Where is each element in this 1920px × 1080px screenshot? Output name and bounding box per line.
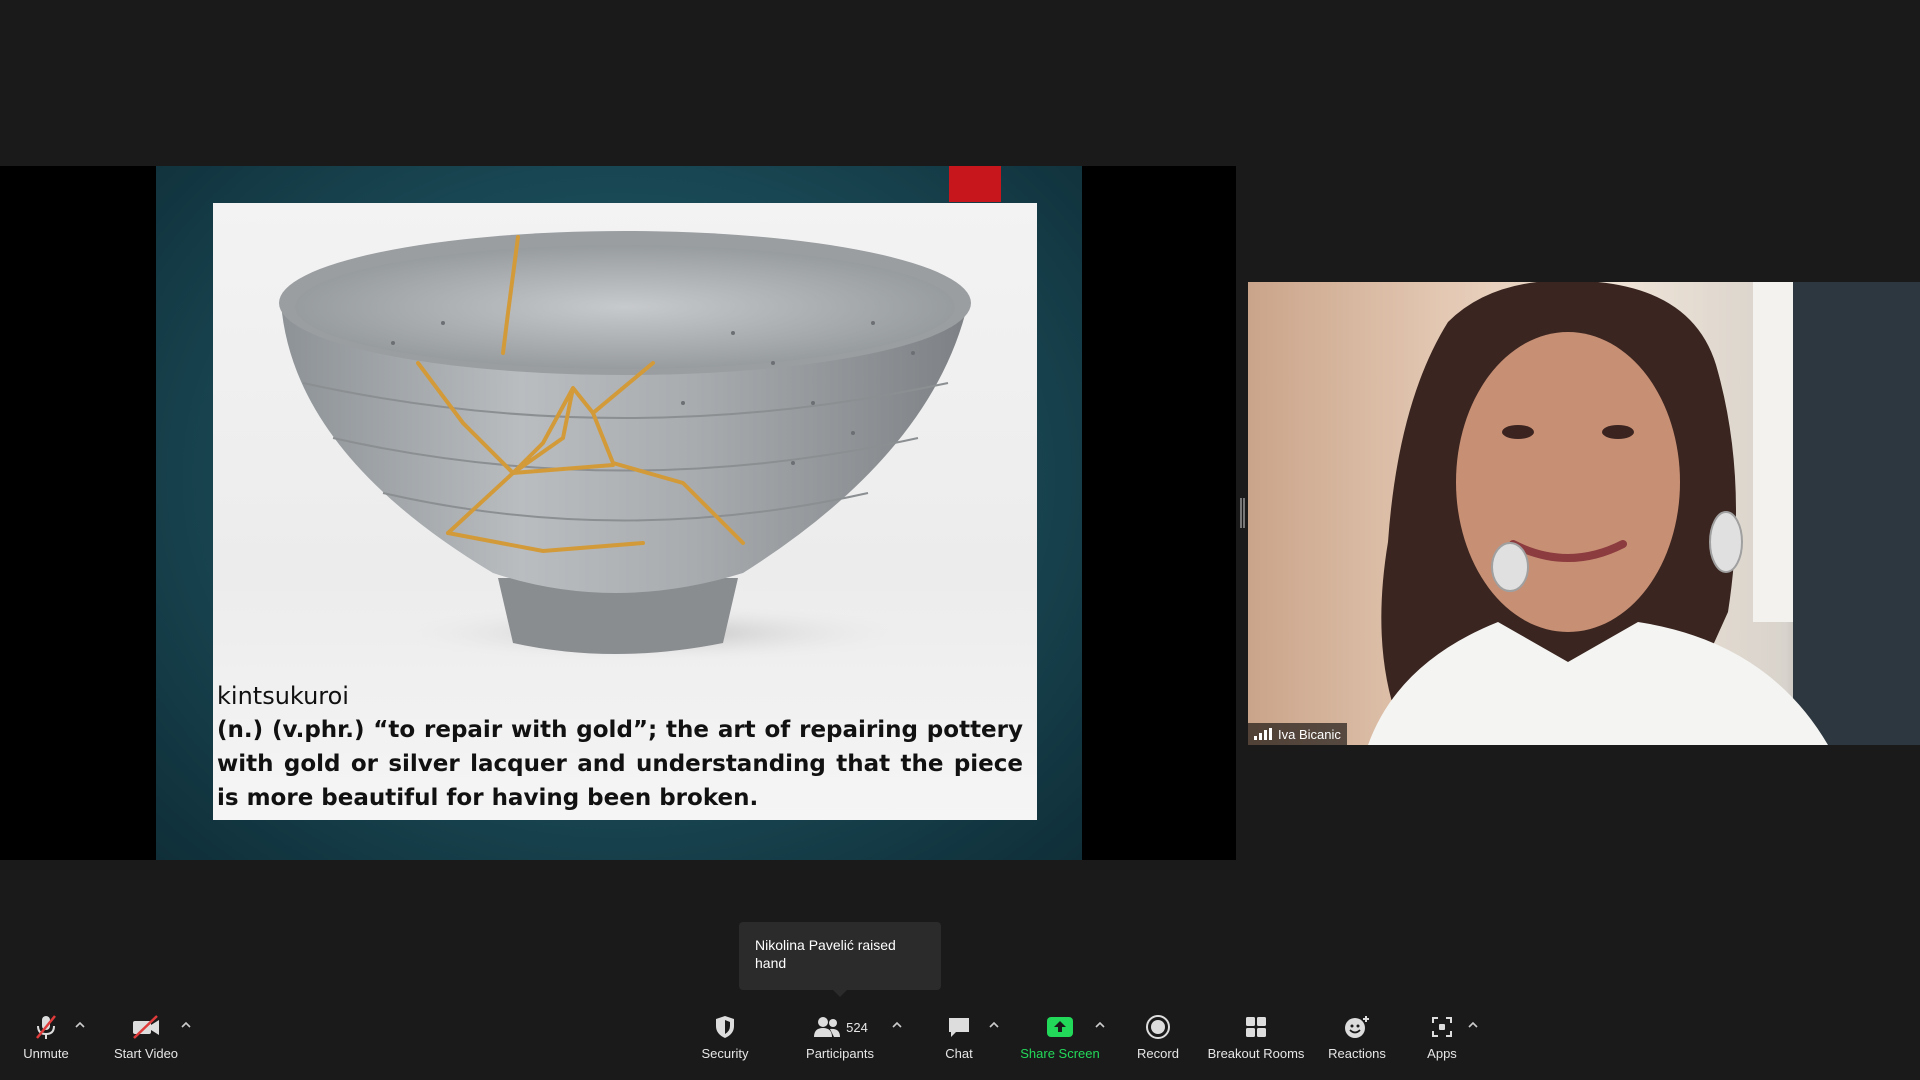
participants-icon bbox=[814, 1017, 841, 1037]
participants-options-chevron-up-icon[interactable] bbox=[892, 1020, 902, 1030]
record-button[interactable]: Record bbox=[1130, 1012, 1186, 1072]
record-icon bbox=[1145, 1012, 1171, 1042]
signal-icon bbox=[1254, 728, 1272, 740]
reactions-button[interactable]: Reactions bbox=[1324, 1012, 1390, 1072]
record-label: Record bbox=[1137, 1046, 1179, 1061]
share-options-chevron-up-icon[interactable] bbox=[1095, 1020, 1105, 1030]
security-label: Security bbox=[701, 1046, 749, 1061]
slide-content-card: kintsukuroi (n.) (v.phr.) “to repair wit… bbox=[213, 203, 1037, 820]
apps-options-chevron-up-icon[interactable] bbox=[1468, 1020, 1478, 1030]
slide-title: kintsukuroi bbox=[217, 682, 349, 710]
reactions-label: Reactions bbox=[1328, 1046, 1386, 1061]
chat-icon bbox=[946, 1012, 972, 1042]
share-screen-button[interactable]: Share Screen bbox=[1018, 1012, 1102, 1072]
audio-options-chevron-up-icon[interactable] bbox=[75, 1020, 85, 1030]
breakout-rooms-button[interactable]: Breakout Rooms bbox=[1206, 1012, 1306, 1072]
shield-icon bbox=[713, 1012, 737, 1042]
video-options-chevron-up-icon[interactable] bbox=[181, 1020, 191, 1030]
participants-label: Participants bbox=[806, 1046, 874, 1061]
participant-video-feed bbox=[1368, 282, 1920, 745]
participant-count: 524 bbox=[846, 1019, 868, 1035]
start-video-label: Start Video bbox=[113, 1046, 179, 1061]
layout-splitter-handle[interactable] bbox=[1240, 498, 1245, 528]
slide-definition: (n.) (v.phr.) “to repair with gold”; the… bbox=[217, 717, 1023, 811]
participant-video-tile[interactable]: Iva Bicanic bbox=[1248, 282, 1920, 745]
apps-label: Apps bbox=[1427, 1046, 1457, 1061]
meeting-toolbar: Unmute Start Video Security 524 Particip… bbox=[0, 1000, 1920, 1080]
mic-muted-icon bbox=[32, 1012, 60, 1042]
slide-red-accent bbox=[949, 166, 1001, 202]
video-off-icon bbox=[131, 1012, 161, 1042]
unmute-label: Unmute bbox=[23, 1046, 69, 1061]
share-screen-icon bbox=[1046, 1012, 1074, 1042]
participant-name-tag: Iva Bicanic bbox=[1248, 723, 1347, 745]
slide-text-block: kintsukuroi (n.) (v.phr.) “to repair wit… bbox=[217, 679, 1023, 815]
unmute-button[interactable]: Unmute bbox=[14, 1012, 78, 1072]
reactions-icon bbox=[1343, 1012, 1371, 1042]
shared-screen: kintsukuroi (n.) (v.phr.) “to repair wit… bbox=[0, 166, 1236, 860]
participant-name: Iva Bicanic bbox=[1278, 726, 1341, 742]
apps-button[interactable]: Apps bbox=[1420, 1012, 1464, 1072]
breakout-rooms-label: Breakout Rooms bbox=[1207, 1046, 1305, 1061]
notification-text: Nikolina Pavelić raised hand bbox=[755, 937, 896, 971]
chat-label: Chat bbox=[945, 1046, 973, 1061]
apps-icon bbox=[1430, 1012, 1454, 1042]
start-video-button[interactable]: Start Video bbox=[108, 1012, 184, 1072]
share-screen-label: Share Screen bbox=[1020, 1046, 1100, 1061]
raised-hand-notification: Nikolina Pavelić raised hand bbox=[739, 922, 941, 997]
presentation-slide: kintsukuroi (n.) (v.phr.) “to repair wit… bbox=[156, 166, 1082, 860]
chat-options-chevron-up-icon[interactable] bbox=[989, 1020, 999, 1030]
chat-button[interactable]: Chat bbox=[934, 1012, 984, 1072]
participants-button[interactable]: 524 Participants bbox=[800, 1012, 880, 1072]
kintsugi-bowl-image bbox=[279, 231, 971, 663]
breakout-rooms-icon bbox=[1244, 1012, 1268, 1042]
security-button[interactable]: Security bbox=[692, 1012, 758, 1072]
participants-icon-wrap: 524 bbox=[812, 1012, 868, 1042]
